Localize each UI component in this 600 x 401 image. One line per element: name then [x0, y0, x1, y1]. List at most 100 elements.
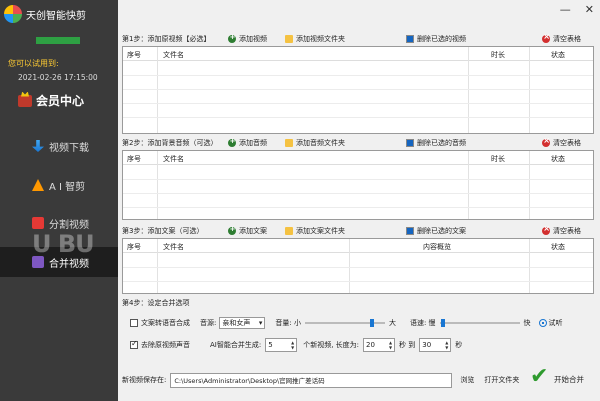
crown-icon: [18, 94, 32, 107]
tts-options-row: 文案转语音合成 音源: 亲和女声 ▾ 音量: 小 大 语速: 慢 快 试听: [130, 315, 590, 331]
delete-icon: [406, 34, 414, 43]
clear-table3-button[interactable]: 清空表格: [542, 224, 581, 236]
open-folder-button[interactable]: 打开文件夹: [484, 375, 519, 385]
seconds-label: 秒: [455, 341, 463, 349]
text-table[interactable]: 序号 文件名 内容概览 状态: [122, 238, 594, 294]
ai-count-stepper[interactable]: 5 ▲ ▼: [265, 338, 298, 352]
clear-table1-button[interactable]: 清空表格: [542, 32, 581, 44]
to-label: 秒 到: [399, 341, 416, 349]
col-filename: 文件名: [163, 155, 184, 163]
stepper-down-icon[interactable]: ▼: [445, 345, 448, 350]
add-text-button[interactable]: 添加文案: [228, 225, 267, 236]
length-to-stepper[interactable]: 30 ▲ ▼: [419, 338, 452, 352]
close-button[interactable]: ✕: [585, 3, 594, 16]
col-status: 状态: [551, 155, 565, 163]
title-bar: — ✕: [118, 0, 600, 22]
add-icon: [228, 137, 236, 147]
watermark: U BU: [32, 230, 95, 258]
volume-slider-knob[interactable]: [369, 319, 374, 327]
clear-icon: [542, 32, 550, 43]
app-title-text: 天创智能快剪: [26, 10, 86, 22]
save-path-input[interactable]: C:\Users\Administrator\Desktop\官网推广差话码: [170, 372, 453, 388]
col-status: 状态: [551, 243, 565, 251]
delete-text-label: 删除已选的文案: [417, 226, 466, 235]
add-text-label: 添加文案: [239, 226, 267, 235]
preview-audio-icon[interactable]: [538, 319, 547, 327]
browse-button[interactable]: 浏览: [460, 375, 474, 385]
add-audio-folder-button[interactable]: 添加音频文件夹: [285, 138, 345, 148]
delete-icon: [406, 138, 414, 147]
trial-date: 2021-02-26 17:15:00: [18, 73, 98, 82]
folder-icon: [285, 138, 293, 147]
vip-center-button[interactable]: 会员中心: [18, 92, 84, 109]
clear-table-label: 清空表格: [553, 138, 581, 147]
checkmark-icon: [530, 364, 548, 389]
preview-label[interactable]: 试听: [549, 318, 563, 328]
col-filename: 文件名: [163, 51, 184, 59]
col-status: 状态: [551, 51, 565, 59]
remove-audio-label: 去除原视频声音: [141, 341, 190, 349]
clear-table2-button[interactable]: 清空表格: [542, 136, 581, 148]
main-panel: — ✕ 第1步：添加原视频【必选】 添加视频 添加视频文件夹 删除已选的视频 清…: [118, 0, 600, 401]
remove-audio-checkbox[interactable]: [130, 339, 138, 349]
delete-video-label: 删除已选的视频: [417, 34, 466, 43]
stepper-down-icon[interactable]: ▼: [389, 345, 392, 350]
clear-table-label: 清空表格: [553, 226, 581, 235]
add-text-folder-button[interactable]: 添加文案文件夹: [285, 226, 345, 236]
add-video-button[interactable]: 添加视频: [228, 33, 267, 44]
minimize-button[interactable]: —: [560, 3, 571, 16]
delete-selected-video-button[interactable]: 删除已选的视频: [406, 34, 466, 44]
add-video-folder-button[interactable]: 添加视频文件夹: [285, 34, 345, 44]
delete-icon: [406, 226, 414, 235]
account-status-bar: [36, 37, 80, 44]
save-label: 新视频保存在:: [122, 376, 167, 384]
length-from-stepper[interactable]: 20 ▲ ▼: [363, 338, 396, 352]
delete-selected-audio-button[interactable]: 删除已选的音频: [406, 138, 466, 148]
delete-selected-text-button[interactable]: 删除已选的文案: [406, 226, 466, 236]
col-index: 序号: [127, 243, 141, 251]
speed-slider[interactable]: [439, 319, 520, 327]
folder-icon: [285, 226, 293, 235]
add-audio-button[interactable]: 添加音频: [228, 137, 267, 148]
step3-label: 第3步：添加文案（可选）: [122, 226, 204, 235]
split-icon: [32, 217, 44, 229]
step2-toolbar: 第2步：添加背景音频（可选） 添加音频 添加音频文件夹 删除已选的音频 清空表格: [122, 136, 594, 149]
ai-count-value: 5: [268, 341, 273, 349]
add-video-label: 添加视频: [239, 34, 267, 43]
start-merge-button[interactable]: 开始合并: [530, 364, 596, 394]
volume-label: 音量: 小: [275, 319, 301, 327]
nav-video-download[interactable]: 视频下载: [0, 131, 118, 161]
speed-slider-knob[interactable]: [441, 319, 446, 327]
ai-icon: [32, 179, 44, 191]
voice-select[interactable]: 亲和女声 ▾: [219, 317, 266, 329]
tts-label: 文案转语音合成: [141, 319, 190, 327]
volume-max-label: 大: [388, 319, 396, 327]
vip-center-label: 会员中心: [36, 94, 85, 108]
volume-slider[interactable]: [304, 319, 385, 327]
clear-icon: [542, 224, 550, 235]
nav-label: 视频下载: [49, 142, 89, 154]
nav-ai-cut[interactable]: A I 智剪: [0, 170, 118, 200]
add-video-folder-label: 添加视频文件夹: [296, 34, 345, 43]
stepper-down-icon[interactable]: ▼: [291, 345, 294, 350]
step2-label: 第2步：添加背景音频（可选）: [122, 138, 218, 147]
download-icon: [32, 140, 44, 152]
step1-toolbar: 第1步：添加原视频【必选】 添加视频 添加视频文件夹 删除已选的视频 清空表格: [122, 32, 594, 45]
add-text-folder-label: 添加文案文件夹: [296, 226, 345, 235]
col-index: 序号: [127, 51, 141, 59]
video-table[interactable]: 序号 文件名 时长 状态: [122, 46, 594, 134]
tts-checkbox[interactable]: [130, 319, 138, 327]
clear-table-label: 清空表格: [553, 34, 581, 43]
merge-options-row: 去除原视频声音 AI智能合并生成: 5 ▲▼ 个新视频, 长度为: 20 ▲▼ …: [130, 337, 590, 353]
add-icon: [228, 33, 236, 43]
col-duration: 时长: [491, 155, 505, 163]
audio-table[interactable]: 序号 文件名 时长 状态: [122, 150, 594, 220]
voice-label: 音源:: [200, 319, 217, 327]
sidebar: 天创智能快剪 您可以试用到: 2021-02-26 17:15:00 会员中心 …: [0, 0, 118, 401]
app-logo-icon: [4, 5, 22, 23]
save-path-row: 新视频保存在: C:\Users\Administrator\Desktop\官…: [122, 372, 522, 388]
step4-label: 第4步：设定合并选项: [122, 299, 190, 307]
start-merge-label: 开始合并: [554, 374, 584, 384]
length-from-value: 20: [366, 341, 375, 349]
step3-toolbar: 第3步：添加文案（可选） 添加文案 添加文案文件夹 删除已选的文案 清空表格: [122, 224, 594, 237]
